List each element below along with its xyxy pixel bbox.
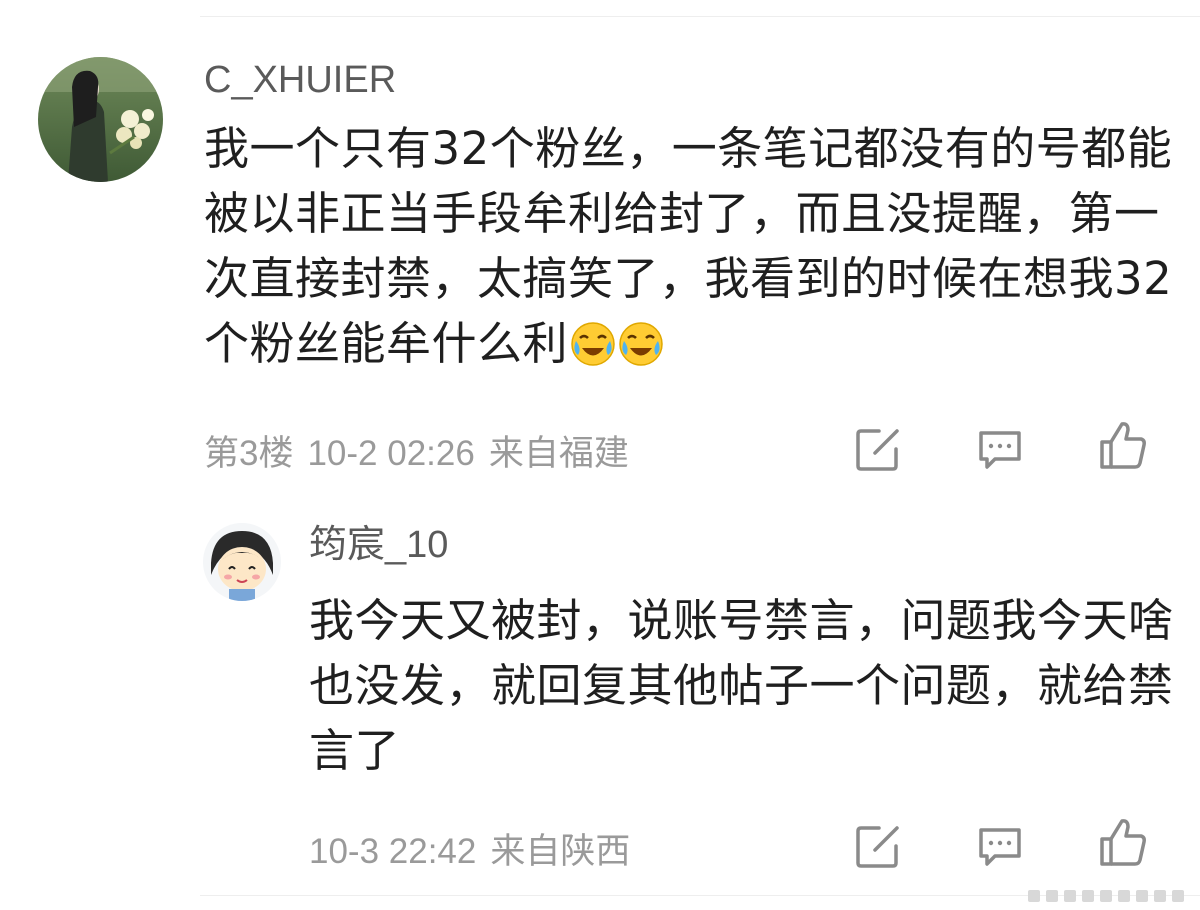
floor-number: 第3楼 [204, 434, 294, 473]
comment-item: C_XHUIER 我一个只有32个粉丝，一条笔记都没有的号都能被以非正当手段牟利… [0, 40, 1200, 495]
watermark-logo [1028, 890, 1184, 902]
comment-meta: 10-3 22:42 来自陕西 [309, 823, 630, 874]
username[interactable]: C_XHUIER [204, 58, 396, 102]
laugh-cry-emoji [619, 322, 663, 366]
like-icon[interactable] [1098, 420, 1148, 470]
comment-icon[interactable] [975, 425, 1025, 475]
comment-text: 我今天又被封，说账号禁言，问题我今天啥也没发，就回复其他帖子一个问题，就给禁言了 [309, 594, 1174, 777]
like-icon[interactable] [1098, 817, 1148, 867]
avatar[interactable] [38, 57, 163, 182]
comment-meta: 第3楼 10-2 02:26 来自福建 [204, 425, 629, 476]
comment-icon[interactable] [975, 822, 1025, 872]
laugh-cry-emoji [571, 322, 615, 366]
reply-item: 筠宸_10 我今天又被封，说账号禁言，问题我今天啥也没发，就回复其他帖子一个问题… [0, 510, 1200, 890]
top-divider [200, 16, 1200, 17]
timestamp: 10-3 22:42 [309, 832, 477, 871]
avatar[interactable] [203, 523, 281, 601]
location: 来自福建 [488, 434, 629, 473]
share-icon[interactable] [853, 822, 903, 872]
comment-content: 我一个只有32个粉丝，一条笔记都没有的号都能被以非正当手段牟利给封了，而且没提醒… [204, 122, 1173, 370]
timestamp: 10-2 02:26 [307, 434, 475, 473]
comment-text: 我一个只有32个粉丝，一条笔记都没有的号都能被以非正当手段牟利给封了，而且没提醒… [204, 116, 1174, 376]
username[interactable]: 筠宸_10 [309, 523, 448, 567]
location: 来自陕西 [490, 832, 631, 871]
share-icon[interactable] [853, 425, 903, 475]
